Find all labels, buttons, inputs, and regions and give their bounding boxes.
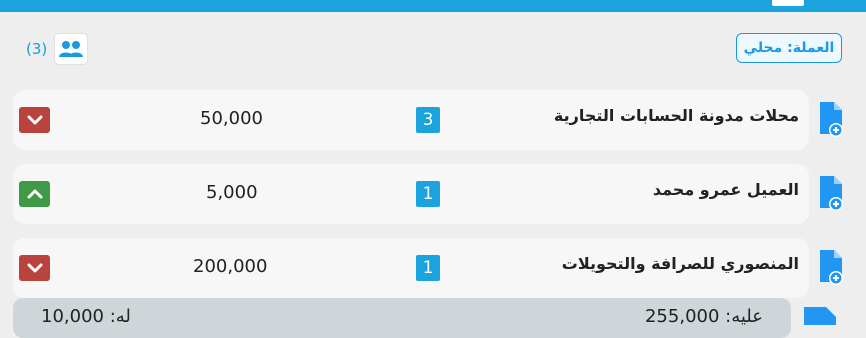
account-card[interactable]: 5,000 1 العميل عمرو محمد (13, 164, 809, 224)
total-debit: عليه: 255,000 (644, 306, 763, 327)
chevron-down-icon (27, 115, 42, 125)
currency-selector[interactable]: العملة: محلي (736, 33, 842, 63)
account-name: محلات مدونة الحسابات التجارية (553, 106, 799, 125)
currency-label: العملة: محلي (743, 40, 835, 56)
file-icon[interactable] (800, 305, 840, 325)
account-name: العميل عمرو محمد (652, 180, 799, 199)
totals-bar: له: 10,000 عليه: 255,000 (13, 298, 791, 338)
top-bar-button[interactable] (772, 0, 804, 6)
account-name: المنصوري للصرافة والتحويلات (561, 254, 799, 273)
account-count-badge: 3 (416, 107, 440, 133)
account-count-badge: 1 (416, 181, 440, 207)
users-icon (59, 41, 84, 57)
file-add-icon[interactable] (818, 175, 844, 213)
user-count: (3) (26, 40, 48, 58)
account-count-badge: 1 (416, 255, 440, 281)
expand-toggle[interactable] (19, 255, 50, 281)
expand-toggle[interactable] (19, 181, 50, 207)
users-button-group[interactable]: (3) (26, 34, 88, 64)
app-top-bar (0, 0, 866, 12)
expand-toggle[interactable] (19, 107, 50, 133)
chevron-up-icon (27, 189, 42, 199)
account-amount: 200,000 (193, 256, 268, 277)
account-amount: 50,000 (200, 108, 263, 129)
account-card[interactable]: 200,000 1 المنصوري للصرافة والتحويلات (13, 238, 809, 298)
account-amount: 5,000 (206, 182, 258, 203)
file-add-icon[interactable] (818, 249, 844, 287)
file-add-icon[interactable] (818, 101, 844, 139)
chevron-down-icon (27, 263, 42, 273)
total-credit: له: 10,000 (41, 306, 131, 327)
account-card[interactable]: 50,000 3 محلات مدونة الحسابات التجارية (13, 90, 809, 150)
users-button[interactable] (55, 34, 88, 64)
